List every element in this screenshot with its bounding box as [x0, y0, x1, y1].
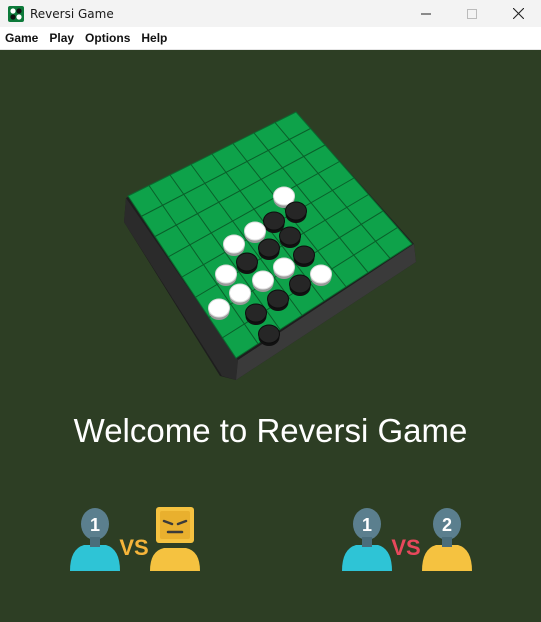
menu-options[interactable]: Options [80, 27, 136, 50]
black-piece [263, 211, 285, 231]
black-piece [293, 245, 315, 265]
black-piece [258, 324, 280, 344]
reversi-window: Reversi Game Game Play Options Help Welc… [0, 0, 541, 622]
player1-number-label: 1 [362, 515, 372, 535]
player2-number-label: 2 [442, 515, 452, 535]
window-title: Reversi Game [30, 6, 114, 21]
white-piece [229, 283, 251, 303]
menu-game[interactable]: Game [0, 27, 44, 50]
minimize-icon [421, 13, 431, 14]
black-piece [289, 274, 311, 294]
main-content: Welcome to Reversi Game 1 VS 1 VS 2 [0, 50, 541, 622]
black-piece [285, 201, 307, 221]
menu-bar: Game Play Options Help [0, 27, 541, 50]
white-piece [252, 270, 274, 290]
white-piece [215, 264, 237, 284]
black-piece [258, 238, 280, 258]
white-piece [273, 257, 295, 277]
white-piece [244, 221, 266, 241]
app-icon [8, 5, 24, 22]
player-vs-computer-icon: 1 VS [70, 507, 200, 571]
title-bar[interactable]: Reversi Game [0, 0, 541, 27]
black-piece [279, 226, 301, 246]
vs-computer-button[interactable]: 1 VS [68, 505, 202, 578]
menu-play[interactable]: Play [44, 27, 80, 50]
white-piece [223, 234, 245, 254]
white-piece [273, 186, 295, 206]
maximize-icon [467, 8, 477, 19]
black-piece [267, 289, 289, 309]
white-piece [310, 264, 332, 284]
menu-help[interactable]: Help [136, 27, 173, 50]
board-surface [127, 111, 413, 359]
vs-player-button[interactable]: 1 VS 2 [340, 505, 474, 578]
black-piece [236, 252, 258, 272]
player-number-label: 1 [90, 515, 100, 535]
close-button[interactable] [495, 0, 541, 27]
welcome-heading: Welcome to Reversi Game [73, 412, 468, 449]
vs-label: VS [119, 535, 148, 560]
white-piece [208, 298, 230, 318]
black-piece [245, 303, 267, 323]
reversi-board-image [124, 111, 416, 380]
player-vs-player-icon: 1 VS 2 [342, 508, 472, 571]
minimize-button[interactable] [403, 0, 449, 27]
maximize-button[interactable] [449, 0, 495, 27]
vs-label: VS [391, 535, 420, 560]
close-icon [512, 8, 524, 19]
